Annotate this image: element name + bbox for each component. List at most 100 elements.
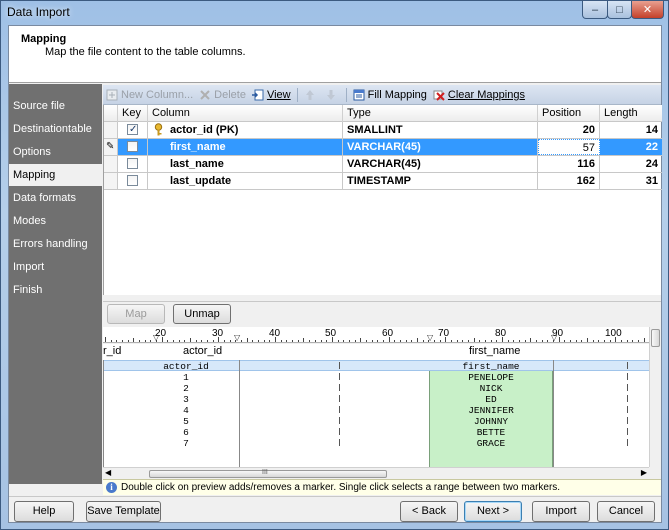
step-subtitle: Map the file content to the table column… (45, 46, 246, 58)
arrow-down-icon (325, 89, 337, 101)
scroll-right-arrow-icon[interactable]: ▶ (641, 468, 647, 477)
type-cell[interactable]: TIMESTAMP (343, 173, 538, 189)
sidebar-item-finish[interactable]: Finish (9, 279, 102, 301)
clear-mappings-button[interactable]: Clear Mappings (430, 86, 528, 104)
ruler-tick (241, 340, 243, 342)
grid-header-length[interactable]: Length (600, 105, 662, 122)
sidebar-item-errors-handling[interactable]: Errors handling (9, 233, 102, 255)
sidebar-item-data-formats[interactable]: Data formats (9, 187, 102, 209)
grid-header-key[interactable]: Key (118, 105, 148, 122)
minimize-button[interactable]: – (582, 1, 608, 19)
toolbar-separator (296, 87, 298, 102)
help-button[interactable]: Help (14, 501, 74, 522)
position-cell[interactable]: 116 (538, 156, 600, 172)
column-cell[interactable]: last_update (148, 173, 343, 189)
ruler-marker[interactable]: ▽ (234, 333, 240, 342)
grid-header-position[interactable]: Position (538, 105, 600, 122)
fill-mapping-button[interactable]: Fill Mapping (350, 86, 430, 104)
table-row[interactable]: ✎ first_name VARCHAR(45) 57 22 (104, 139, 662, 156)
back-button[interactable]: < Back (400, 501, 458, 522)
import-button[interactable]: Import (532, 501, 590, 522)
ruler-tick (564, 340, 566, 342)
row-indicator: ✎ (104, 139, 118, 155)
ruler-tick (473, 338, 475, 342)
next-button[interactable]: Next > (464, 501, 522, 522)
sidebar-item-source-file[interactable]: Source file (9, 95, 102, 117)
key-checkbox[interactable] (127, 175, 138, 186)
table-row[interactable]: last_update TIMESTAMP 162 31 (104, 173, 662, 190)
ruler-marker[interactable]: ▽ (551, 333, 557, 342)
horizontal-scroll-thumb[interactable]: III (149, 469, 387, 478)
column-cell[interactable]: last_name (148, 156, 343, 172)
move-up-button[interactable] (301, 86, 322, 104)
column-cell[interactable]: first_name (148, 139, 343, 155)
key-checkbox[interactable] (127, 158, 138, 169)
preview-vertical-scrollbar[interactable] (649, 327, 661, 467)
scroll-left-arrow-icon[interactable]: ◀ (105, 468, 111, 477)
length-cell[interactable]: 31 (600, 173, 662, 189)
unmap-button[interactable]: Unmap (173, 304, 231, 324)
save-template-button[interactable]: Save Template (86, 501, 161, 522)
ruler-tick (343, 340, 345, 342)
scroll-grip: III (262, 469, 268, 476)
preview-dash (339, 428, 340, 435)
preview-cell: 1 (183, 372, 189, 383)
map-button[interactable]: Map (107, 304, 165, 324)
close-button[interactable]: ✕ (631, 1, 664, 19)
sidebar-item-modes[interactable]: Modes (9, 210, 102, 232)
length-cell[interactable]: 22 (600, 139, 662, 155)
delete-button[interactable]: Delete (196, 86, 249, 104)
type-cell[interactable]: VARCHAR(45) (343, 156, 538, 172)
ruler-tick (224, 340, 226, 342)
ruler-tick (195, 340, 197, 342)
ruler-tick (348, 340, 350, 342)
key-cell[interactable] (118, 122, 148, 138)
cancel-button[interactable]: Cancel (597, 501, 655, 522)
length-cell[interactable]: 24 (600, 156, 662, 172)
column-cell[interactable]: actor_id (PK) (148, 122, 343, 138)
ruler-tick (530, 338, 532, 342)
preview-dash (339, 384, 340, 391)
ruler-tick (275, 337, 277, 342)
view-button[interactable]: View (249, 86, 294, 104)
key-checkbox[interactable] (127, 122, 138, 138)
sidebar-item-mapping[interactable]: Mapping (9, 164, 102, 186)
move-down-button[interactable] (322, 86, 343, 104)
length-cell[interactable]: 14 (600, 122, 662, 138)
column-ruler[interactable]: 20 30 40 50 60 70 80 90 100 ▽ ▽ ▽ ▽ (103, 327, 649, 343)
ruler-tick (354, 340, 356, 342)
table-row[interactable]: actor_id (PK) SMALLINT 20 14 (104, 122, 662, 139)
ruler-label: 100 (605, 328, 622, 339)
position-editor-input[interactable]: 57 (538, 139, 600, 155)
grid-header-column[interactable]: Column (148, 105, 343, 122)
title-bar[interactable]: Data Import – □ ✕ (1, 1, 668, 25)
sidebar-item-options[interactable]: Options (9, 141, 102, 163)
ruler-marker[interactable]: ▽ (153, 333, 159, 342)
file-preview[interactable]: r_id actor_id first_name actor_id first_… (103, 344, 649, 467)
data-import-window: Data Import – □ ✕ Mapping Map the file c… (0, 0, 669, 530)
sidebar-item-destination-table[interactable]: Destinationtable (9, 118, 102, 140)
ruler-tick (513, 340, 515, 342)
type-cell[interactable]: SMALLINT (343, 122, 538, 138)
new-column-button[interactable]: New Column... (103, 86, 196, 104)
key-cell[interactable] (118, 139, 148, 155)
maximize-button[interactable]: □ (607, 1, 632, 19)
ruler-marker[interactable]: ▽ (427, 333, 433, 342)
preview-horizontal-scrollbar[interactable]: ◀ III ▶ (103, 467, 649, 479)
ruler-tick (201, 340, 203, 342)
sidebar-item-import[interactable]: Import (9, 256, 102, 278)
position-cell[interactable]: 20 (538, 122, 600, 138)
key-cell[interactable] (118, 173, 148, 189)
key-cell[interactable] (118, 156, 148, 172)
grid-header: Key Column Type Position Length (104, 105, 662, 122)
ruler-tick (501, 337, 503, 342)
table-row[interactable]: last_name VARCHAR(45) 116 24 (104, 156, 662, 173)
preview-cell: first_name (462, 361, 520, 372)
key-checkbox[interactable] (127, 141, 138, 152)
type-cell[interactable]: VARCHAR(45) (343, 139, 538, 155)
grid-header-type[interactable]: Type (343, 105, 538, 122)
ruler-tick (456, 340, 458, 342)
ruler-tick (320, 340, 322, 342)
vertical-scroll-thumb[interactable] (651, 329, 660, 347)
position-cell[interactable]: 162 (538, 173, 600, 189)
